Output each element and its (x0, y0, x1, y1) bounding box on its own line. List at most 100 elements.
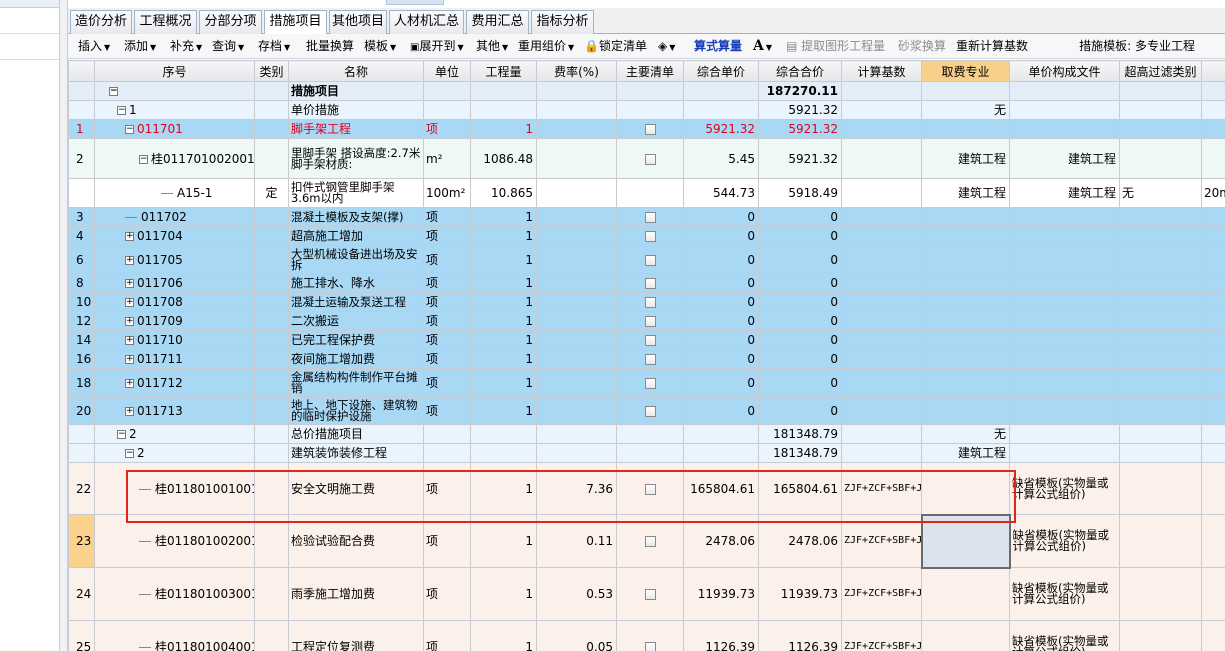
expand-icon[interactable]: + (125, 406, 134, 416)
unit-price-cell[interactable]: 0 (683, 311, 759, 331)
unit-cell[interactable]: m² (423, 138, 471, 179)
tab-project-overview[interactable]: 工程概况 (134, 10, 197, 34)
name-cell[interactable]: 金属结构构件制作平台摊销 (288, 368, 424, 397)
main-list-cell[interactable] (616, 349, 684, 369)
table-row[interactable]: 16 +011711 夜间施工增加费项 1 0 0 (68, 349, 1225, 369)
main-list-cell[interactable] (616, 567, 684, 621)
row-number[interactable]: 20 (68, 396, 95, 425)
type-cell[interactable] (254, 424, 289, 444)
eave-cell[interactable] (1201, 292, 1225, 312)
total-cell[interactable]: 0 (758, 292, 842, 312)
fee-specialty-cell[interactable] (921, 396, 1010, 425)
main-list-checkbox[interactable] (644, 536, 656, 547)
price-file-cell[interactable] (1009, 245, 1120, 274)
eave-cell[interactable] (1201, 273, 1225, 293)
collapse-icon[interactable]: − (117, 106, 126, 115)
price-file-cell[interactable] (1009, 443, 1120, 463)
table-row[interactable]: 3 011702 混凝土模板及支架(撑) 项 1 0 0 (68, 207, 1225, 227)
save-menu[interactable]: 存档 ▼ (258, 37, 290, 56)
name-cell[interactable]: 建筑装饰装修工程 (288, 443, 424, 463)
table-row[interactable]: −2 总价措施项目 181348.79 无 (68, 424, 1225, 444)
name-cell[interactable]: 超高施工增加 (288, 226, 424, 246)
paint-fill-menu[interactable]: ◈ ▼ (658, 37, 675, 56)
row-number[interactable]: 18 (68, 368, 95, 397)
calc-base-cell[interactable] (841, 330, 922, 350)
type-cell[interactable] (254, 226, 289, 246)
total-cell[interactable]: 181348.79 (758, 424, 842, 444)
rate-cell[interactable]: 7.36 (536, 462, 617, 515)
name-cell[interactable]: 已完工程保护费 (288, 330, 424, 350)
name-cell[interactable]: 里脚手架 搭设高度:2.7米 脚手架材质: (288, 138, 424, 179)
unit-cell[interactable] (423, 81, 471, 101)
total-cell[interactable]: 187270.11 (758, 81, 842, 101)
fee-specialty-cell[interactable]: 无 (921, 100, 1010, 120)
qty-cell[interactable]: 10.865 (470, 178, 537, 208)
qty-cell[interactable]: 1 (470, 245, 537, 274)
unit-cell[interactable]: 项 (423, 368, 471, 397)
col-header-type[interactable]: 类别 (254, 60, 289, 82)
height-filter-cell[interactable] (1119, 396, 1202, 425)
total-cell[interactable]: 0 (758, 349, 842, 369)
other-menu[interactable]: 其他 ▼ (476, 37, 508, 56)
table-row[interactable]: 18 +011712 金属结构构件制作平台摊销项 1 0 0 (68, 368, 1225, 397)
tab-labor-material-summary[interactable]: 人材机汇总 (389, 10, 464, 34)
rate-cell[interactable]: 0.53 (536, 567, 617, 621)
expand-to-menu[interactable]: ▣展开到 ▼ (410, 37, 464, 56)
price-file-cell[interactable] (1009, 424, 1120, 444)
fee-specialty-cell[interactable]: 建筑工程 (921, 443, 1010, 463)
extract-graphic-qty-button[interactable]: ▤ 提取图形工程量 (786, 37, 885, 56)
rate-cell[interactable] (536, 119, 617, 139)
col-header-main-list[interactable]: 主要清单 (616, 60, 684, 82)
main-list-cell[interactable] (616, 178, 684, 208)
unit-cell[interactable]: 项 (423, 311, 471, 331)
eave-cell[interactable] (1201, 462, 1225, 515)
main-list-cell[interactable] (616, 368, 684, 397)
add-menu[interactable]: 添加 ▼ (124, 37, 156, 56)
calc-base-cell[interactable] (841, 443, 922, 463)
price-file-cell[interactable]: 缺省模板(实物量或计算公式组价) (1009, 514, 1120, 568)
height-filter-cell[interactable]: 无 (1119, 178, 1202, 208)
type-cell[interactable] (254, 396, 289, 425)
col-header-height-filter[interactable]: 超高过滤类别 (1119, 60, 1202, 82)
rate-cell[interactable] (536, 311, 617, 331)
table-row[interactable]: 25 桂011801004001 工程定位复测费项 1 0.05 1126.39 1126.… (68, 620, 1225, 651)
seq-cell[interactable]: 桂011801003001 (94, 567, 255, 621)
tab-measures[interactable]: 措施项目 (264, 10, 327, 35)
table-row[interactable]: 8 +011706 施工排水、降水项 1 0 0 (68, 273, 1225, 293)
name-cell[interactable]: 混凝土运输及泵送工程 (288, 292, 424, 312)
price-file-cell[interactable]: 建筑工程 (1009, 178, 1120, 208)
seq-cell[interactable]: 桂011801001001 (94, 462, 255, 515)
price-file-cell[interactable] (1009, 311, 1120, 331)
rate-cell[interactable] (536, 273, 617, 293)
price-file-cell[interactable] (1009, 100, 1120, 120)
height-filter-cell[interactable] (1119, 207, 1202, 227)
unit-price-cell[interactable]: 0 (683, 273, 759, 293)
fee-specialty-cell[interactable] (921, 226, 1010, 246)
expand-icon[interactable]: + (125, 336, 134, 345)
unit-price-cell[interactable]: 0 (683, 207, 759, 227)
template-menu[interactable]: 模板 ▼ (364, 37, 396, 56)
height-filter-cell[interactable] (1119, 514, 1202, 568)
rate-cell[interactable] (536, 100, 617, 120)
qty-cell[interactable]: 1 (470, 273, 537, 293)
fee-specialty-cell[interactable] (921, 311, 1010, 331)
type-cell[interactable] (254, 443, 289, 463)
total-cell[interactable]: 11939.73 (758, 567, 842, 621)
unit-cell[interactable]: 项 (423, 567, 471, 621)
collapse-icon[interactable]: − (125, 125, 134, 134)
type-cell[interactable] (254, 311, 289, 331)
row-number[interactable]: 3 (68, 207, 95, 227)
col-header-seq[interactable]: 序号 (94, 60, 255, 82)
unit-price-cell[interactable]: 5921.32 (683, 119, 759, 139)
unit-price-cell[interactable]: 0 (683, 330, 759, 350)
unit-price-cell[interactable] (683, 443, 759, 463)
height-filter-cell[interactable] (1119, 245, 1202, 274)
table-row[interactable]: 20 +011713 地上、地下设施、建筑物的临时保护设施项 1 0 0 (68, 396, 1225, 425)
seq-cell[interactable]: −1 (94, 100, 255, 120)
row-number[interactable]: 10 (68, 292, 95, 312)
name-cell[interactable]: 混凝土模板及支架(撑) (288, 207, 424, 227)
qty-cell[interactable]: 1 (470, 292, 537, 312)
seq-cell[interactable]: −2 (94, 443, 255, 463)
price-file-cell[interactable] (1009, 349, 1120, 369)
pane-splitter[interactable] (60, 0, 126, 651)
